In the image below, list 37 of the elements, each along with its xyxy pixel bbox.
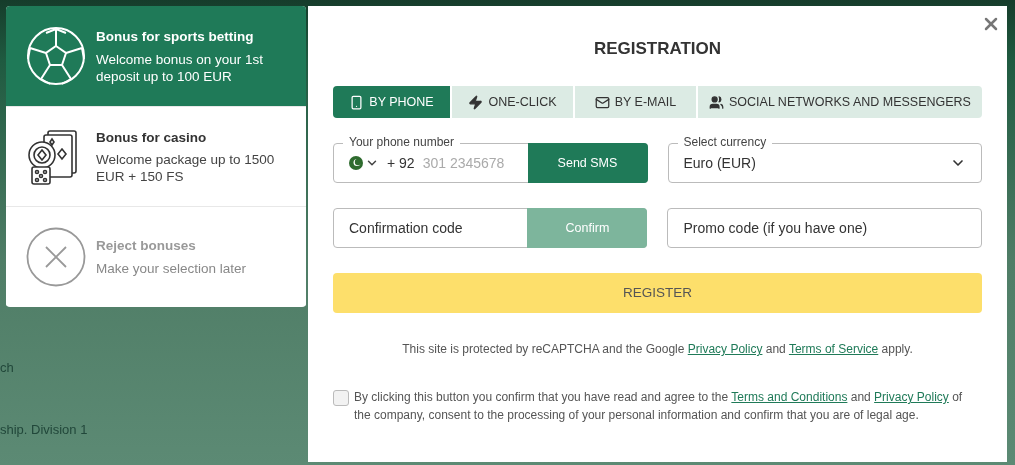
phone-input[interactable]: 301 2345678 bbox=[422, 152, 523, 174]
agreement-checkbox[interactable] bbox=[333, 390, 349, 406]
tab[interactable]: BY E-MAIL bbox=[575, 86, 696, 118]
bonus-title: Bonus for casino bbox=[96, 128, 208, 147]
background-text: ch bbox=[0, 359, 14, 377]
field-label: Select currency bbox=[677, 135, 773, 149]
link[interactable]: Privacy Policy bbox=[874, 390, 949, 404]
link[interactable]: Terms and Conditions bbox=[731, 390, 848, 404]
link[interactable]: Privacy Policy bbox=[687, 342, 763, 356]
bonus-description: Welcome bonus on your 1st deposit up to 100 EUR bbox=[96, 50, 265, 85]
close-circle-icon bbox=[26, 226, 86, 287]
country-code: + 92 bbox=[387, 153, 415, 173]
link[interactable]: Terms of Service bbox=[788, 342, 879, 356]
bonus-description: Welcome package up to 1500 EUR + 150 FS bbox=[96, 151, 276, 186]
select-value: Euro (EUR) bbox=[683, 153, 756, 173]
bolt-icon bbox=[468, 94, 484, 110]
mail-icon bbox=[594, 94, 610, 110]
bonus-description: Make your selection later bbox=[96, 259, 248, 277]
register-button[interactable]: REGISTER bbox=[333, 273, 982, 313]
soccer-ball-icon bbox=[26, 26, 86, 86]
phone-icon bbox=[349, 94, 365, 110]
modal-title: REGISTRATION bbox=[592, 38, 723, 60]
bonus-title: Reject bonuses bbox=[96, 237, 197, 256]
tab[interactable]: BY PHONE bbox=[333, 86, 450, 118]
background-text: ship. Division 1 bbox=[0, 421, 88, 439]
flag-icon bbox=[349, 156, 363, 170]
bonus-option[interactable]: Bonus for sports betting Welcome bonus on your 1st deposit up to 100 EUR bbox=[6, 6, 306, 106]
people-icon bbox=[709, 94, 724, 110]
recaptcha-notice: This site is protected by reCAPTCHA and the Google Privacy Policy and Terms of Service apply. bbox=[401, 341, 914, 358]
bonus-title: Bonus for sports betting bbox=[96, 28, 255, 47]
bonus-option[interactable]: Reject bonuses Make your selection later bbox=[6, 206, 306, 306]
promo-code-field[interactable]: Promo code (if you have one) bbox=[667, 208, 982, 248]
field-label: Your phone number bbox=[343, 135, 460, 149]
send-sms-button[interactable]: Send SMS bbox=[527, 143, 648, 183]
agreement-text: By clicking this button you confirm that you have read and agree to the Terms and Conditions and Privacy Policy of the company, consent to the processing of your personal information and confirm that you are of legal age. bbox=[354, 389, 964, 424]
tab[interactable]: ONE-CLICK bbox=[452, 86, 573, 118]
tab[interactable]: SOCIAL NETWORKS AND MESSENGERS bbox=[698, 86, 982, 118]
